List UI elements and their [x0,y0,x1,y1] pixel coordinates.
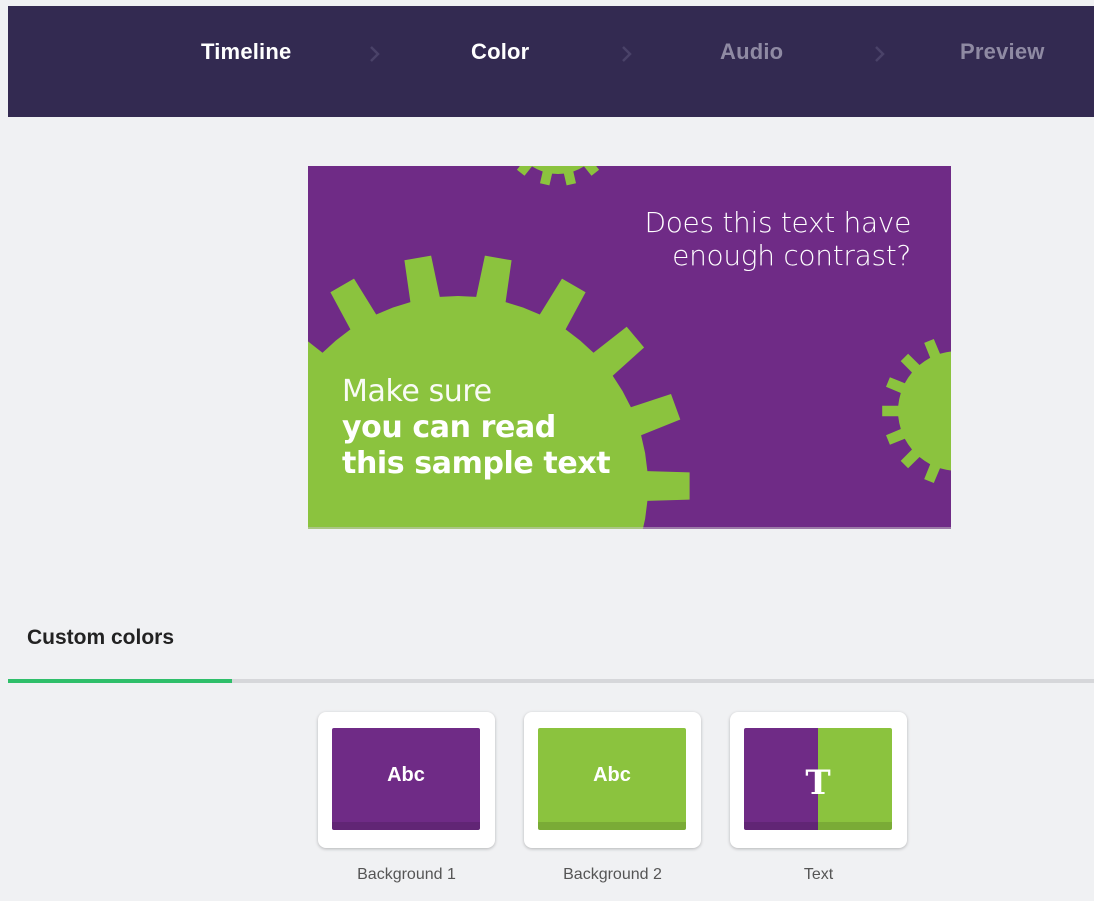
preview-contrast-question: Does this text have enough contrast? [644,206,911,272]
swatch-color: T [744,728,892,830]
step-timeline[interactable]: Timeline [201,39,291,65]
swatch-color: Abc [538,728,686,830]
step-preview[interactable]: Preview [960,39,1045,65]
swatch-label-background-1: Background 1 [357,866,456,883]
preview-sample-text: Make sure you can read this sample text [342,374,611,481]
swatch-color: Abc [332,728,480,830]
swatch-text-color[interactable]: T [730,712,907,848]
custom-colors-title: Custom colors [27,626,175,649]
step-navigation: Timeline Color Audio Preview [8,6,1094,117]
swatch-label-text: Text [803,866,834,883]
chevron-right-icon [621,46,633,62]
color-preview: Does this text have enough contrast? Mak… [308,166,951,529]
step-audio[interactable]: Audio [720,39,783,65]
chevron-right-icon [874,46,886,62]
swatch-label-background-2: Background 2 [563,866,662,883]
swatch-background-2[interactable]: Abc [524,712,701,848]
tab-indicator [8,679,232,683]
swatch-sample-text: Abc [387,763,425,786]
chevron-right-icon [369,46,381,62]
swatch-background-1[interactable]: Abc [318,712,495,848]
swatch-sample-text: Abc [593,763,631,786]
step-color[interactable]: Color [471,39,529,65]
text-color-icon: T [805,763,831,803]
